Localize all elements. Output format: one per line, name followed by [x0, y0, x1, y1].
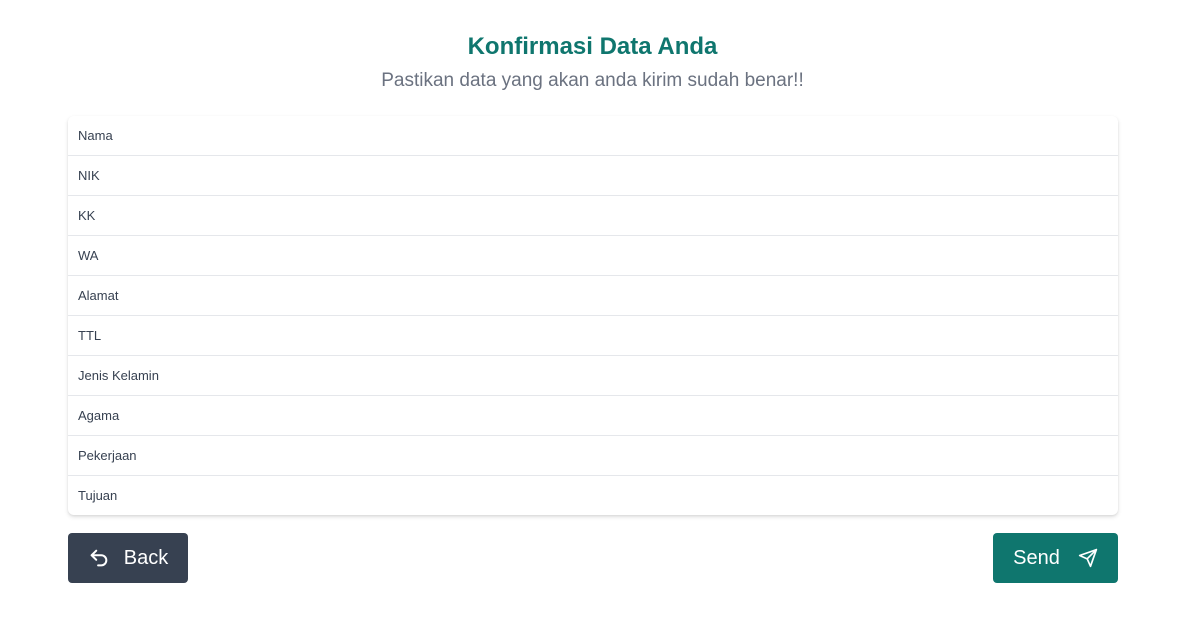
field-row-alamat: Alamat: [68, 276, 1118, 316]
field-row-agama: Agama: [68, 396, 1118, 436]
field-row-kk: KK: [68, 196, 1118, 236]
page-title: Konfirmasi Data Anda: [467, 33, 718, 60]
page-subtitle: Pastikan data yang akan anda kirim sudah…: [381, 70, 804, 91]
field-row-jenis-kelamin: Jenis Kelamin: [68, 356, 1118, 396]
field-row-tujuan: Tujuan: [78, 488, 118, 503]
confirmation-page: Konfirmasi Data Anda Pastikan data yang …: [0, 0, 1180, 641]
field-row-ttl: TTL: [68, 316, 1118, 356]
paper-plane-icon: [1078, 548, 1098, 568]
back-button-label: Back: [123, 546, 169, 569]
field-row-wa: WA: [68, 236, 1118, 276]
return-arrow-icon: [88, 547, 110, 569]
back-button[interactable]: Back: [68, 533, 188, 583]
field-row-pekerjaan: Pekerjaan: [68, 436, 1118, 476]
field-row-nik: NIK: [68, 156, 1118, 196]
send-button[interactable]: Send: [993, 533, 1118, 583]
page-header: Konfirmasi Data Anda Pastikan data yang …: [0, 30, 1180, 98]
send-button-label: Send: [1013, 546, 1060, 569]
data-summary-list: Nama NIK KK WA Alamat TTL Jenis Kelamin …: [68, 116, 1118, 515]
field-row-nama: Nama: [68, 116, 1118, 156]
